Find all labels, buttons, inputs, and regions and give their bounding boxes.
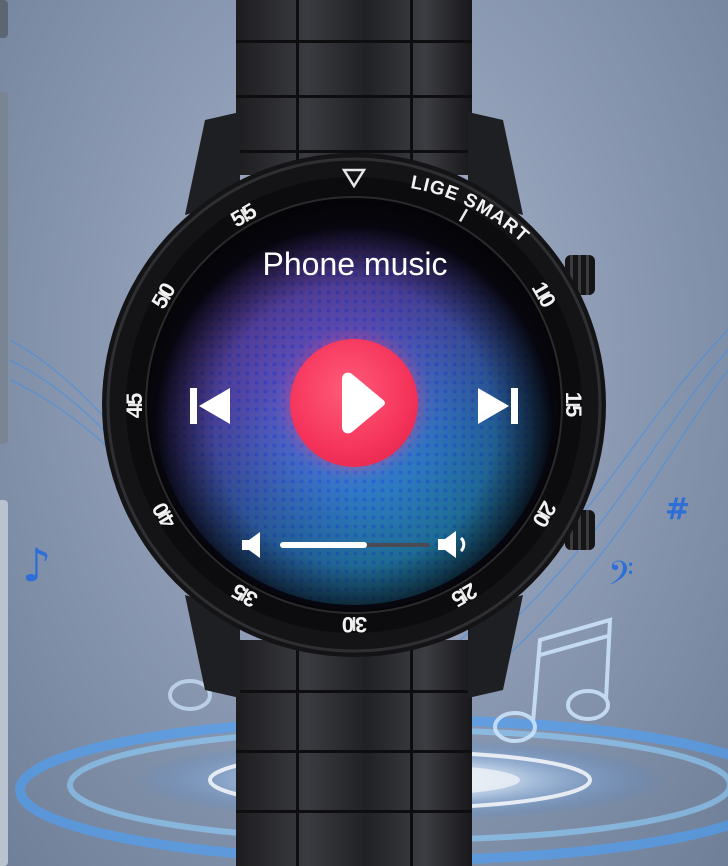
volume-down-button[interactable] [240, 530, 268, 560]
volume-slider-fill [280, 542, 367, 548]
volume-low-icon [242, 532, 260, 558]
volume-high-icon [438, 531, 466, 558]
skip-previous-icon [190, 388, 230, 424]
watch-band-top [236, 0, 472, 175]
skip-next-icon [478, 388, 518, 424]
music-note-icon: ♪ [22, 538, 52, 592]
watch-band-bottom [236, 640, 472, 866]
bezel-number: 30 [341, 612, 367, 637]
sharp-symbol: # [665, 492, 691, 527]
next-track-button[interactable] [476, 384, 520, 428]
bezel-number: 45 [122, 392, 147, 418]
volume-up-button[interactable] [436, 528, 472, 562]
play-icon [342, 372, 385, 434]
screen-title: Phone music [262, 246, 448, 282]
play-button[interactable] [290, 339, 418, 467]
previous-track-button[interactable] [188, 384, 232, 428]
bezel-number: 15 [561, 392, 586, 418]
bass-clef-icon: 𝄢 [608, 555, 634, 601]
volume-slider[interactable] [280, 538, 432, 552]
product-scene: 55 10 15 20 25 30 35 40 45 50 LIGE SMART Phone mu… [0, 0, 728, 866]
